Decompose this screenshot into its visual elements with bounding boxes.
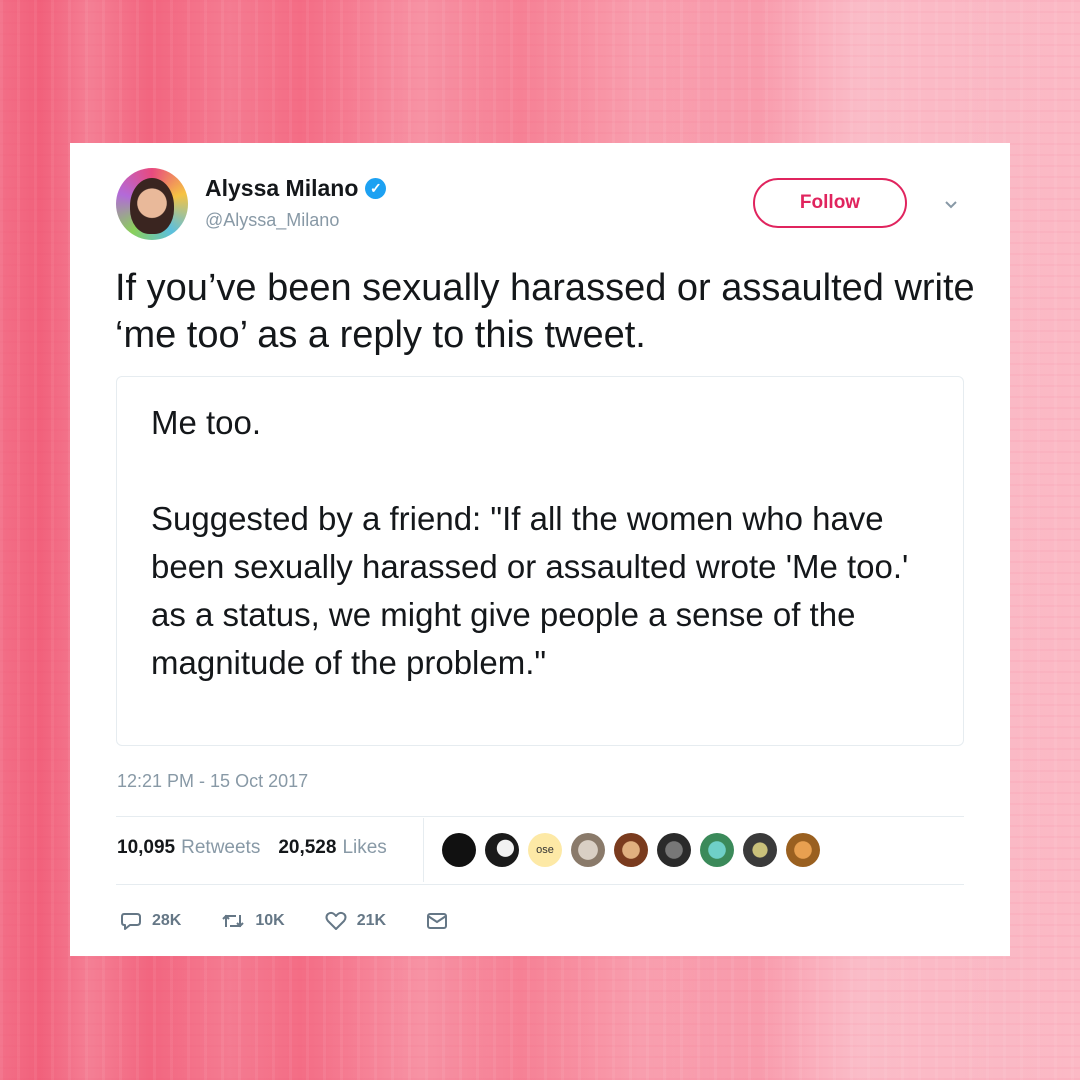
reply-count: 28K: [152, 912, 182, 929]
liker-avatar[interactable]: ose: [528, 833, 562, 867]
retweet-count: 10K: [255, 912, 285, 929]
message-icon: [427, 913, 448, 929]
like-button[interactable]: 21K: [325, 911, 386, 931]
retweet-button[interactable]: 10K: [221, 911, 285, 931]
author-row: Alyssa Milano ✓: [205, 175, 387, 202]
tweet-text: If you’ve been sexually harassed or assa…: [115, 267, 975, 356]
liker-avatar[interactable]: [786, 833, 820, 867]
likes-label[interactable]: Likes: [342, 837, 386, 859]
verified-badge-icon: ✓: [365, 178, 387, 199]
like-count: 21K: [356, 912, 387, 929]
tweet-actions: 28K 10K 21K: [120, 911, 498, 931]
author-handle[interactable]: @Alyssa_Milano: [205, 210, 339, 231]
reply-icon: [121, 913, 141, 930]
liker-avatar[interactable]: [442, 833, 476, 867]
liker-avatar[interactable]: [485, 833, 519, 867]
liker-avatars: ose: [442, 833, 829, 867]
liker-avatar[interactable]: [571, 833, 605, 867]
retweet-icon: [222, 914, 245, 928]
chevron-down-icon[interactable]: [942, 195, 960, 213]
avatar-portrait: [130, 178, 174, 234]
direct-message-button[interactable]: [426, 912, 458, 930]
retweets-count[interactable]: 10,095: [117, 837, 175, 859]
divider: [116, 816, 964, 817]
reply-button[interactable]: 28K: [120, 911, 181, 931]
liker-avatar[interactable]: [700, 833, 734, 867]
tweet-card: Alyssa Milano ✓ @Alyssa_Milano Follow If…: [70, 143, 1010, 956]
retweets-label[interactable]: Retweets: [181, 837, 260, 859]
liker-avatar[interactable]: [614, 833, 648, 867]
like-icon: [325, 911, 347, 930]
quoted-content: Me too. Suggested by a friend: "If all t…: [116, 376, 964, 746]
liker-avatar[interactable]: [657, 833, 691, 867]
author-name[interactable]: Alyssa Milano: [205, 175, 358, 202]
quoted-line-2: Suggested by a friend: "If all the women…: [151, 500, 909, 681]
liker-avatar[interactable]: [743, 833, 777, 867]
stats-separator: [423, 818, 424, 882]
follow-button[interactable]: Follow: [753, 178, 907, 228]
tweet-timestamp[interactable]: 12:21 PM - 15 Oct 2017: [117, 771, 308, 792]
avatar[interactable]: [116, 168, 188, 240]
engagement-stats: 10,095 Retweets 20,528 Likes: [117, 837, 387, 859]
likes-count[interactable]: 20,528: [278, 837, 336, 859]
divider: [116, 884, 964, 885]
quoted-line-1: Me too.: [151, 404, 262, 441]
